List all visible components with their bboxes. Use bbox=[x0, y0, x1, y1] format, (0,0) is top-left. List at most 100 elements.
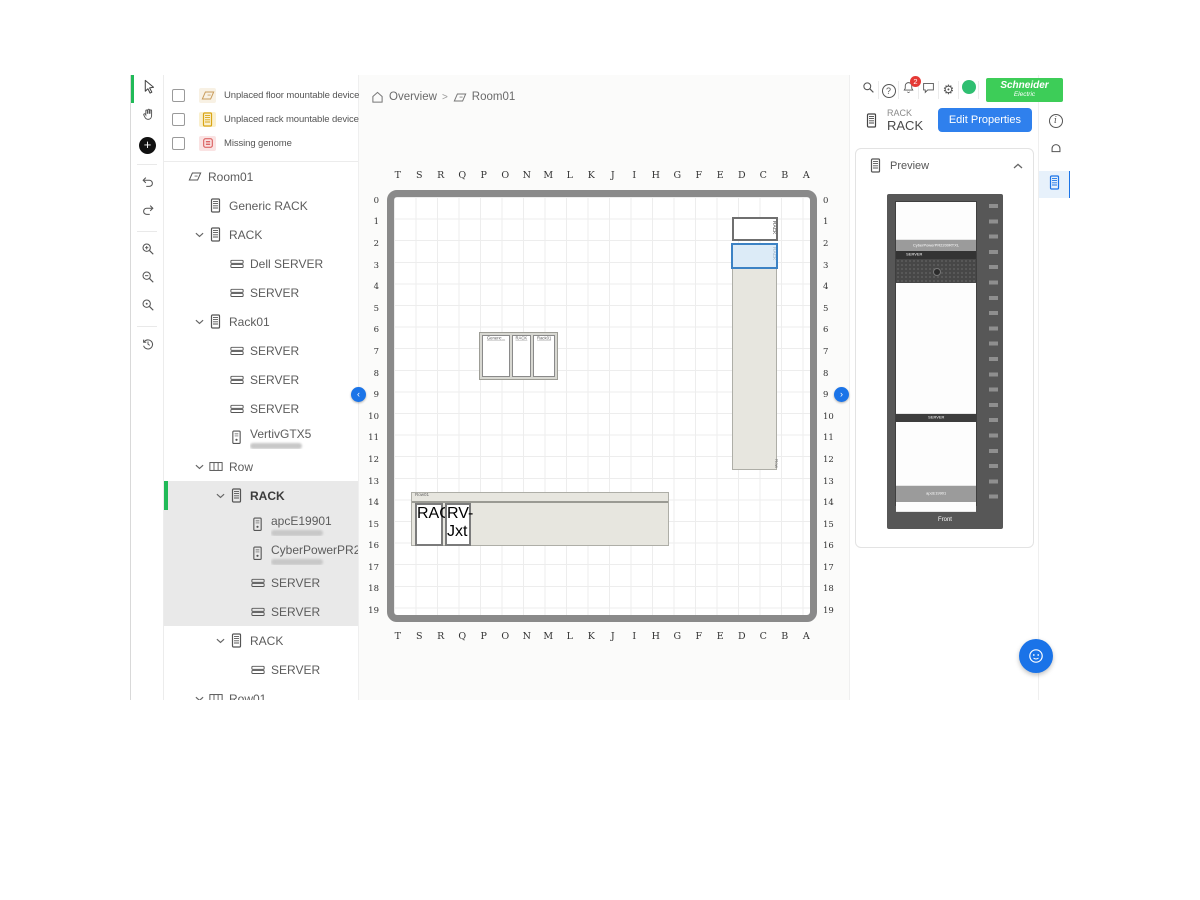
rack-icon bbox=[229, 488, 244, 503]
chevron-down-icon[interactable] bbox=[214, 638, 227, 644]
tool-undo-button[interactable] bbox=[131, 170, 164, 198]
tree-item-rack[interactable]: RACK bbox=[164, 626, 358, 655]
tree-item-dell-server[interactable]: Dell SERVER bbox=[164, 249, 358, 278]
device-icon bbox=[250, 546, 265, 561]
tree-item-rack01[interactable]: Rack01 bbox=[164, 307, 358, 336]
filter-checkbox[interactable] bbox=[172, 137, 185, 150]
grid-col-label: E bbox=[710, 170, 732, 182]
chevron-down-icon[interactable] bbox=[193, 232, 206, 238]
grid-row-label: 19 bbox=[823, 600, 839, 622]
chevron-down-icon[interactable] bbox=[193, 464, 206, 470]
tool-add-button[interactable]: + bbox=[131, 131, 164, 159]
rail-rack-button[interactable] bbox=[1039, 171, 1070, 198]
grid-row-labels-right: 012345678910111213141516171819 bbox=[823, 190, 839, 622]
tool-zoom-out-button[interactable] bbox=[131, 265, 164, 293]
search-icon bbox=[862, 81, 875, 99]
expand-right-panel-button[interactable]: › bbox=[834, 387, 849, 402]
grid-row-label: 1 bbox=[823, 212, 839, 234]
tree-item-cyberpowerpr2200r-[interactable]: CyberPowerPR2200R... bbox=[164, 539, 358, 568]
rack-empty-slot bbox=[896, 502, 976, 512]
row-body[interactable] bbox=[732, 267, 777, 470]
grid-row-label: 12 bbox=[823, 449, 839, 471]
zoom-in-icon bbox=[141, 242, 155, 261]
row01-object[interactable]: Row01 RACK RV-Jxt bbox=[411, 492, 669, 546]
floor-icon bbox=[187, 171, 202, 182]
tree-item-text: RACK bbox=[229, 228, 262, 242]
breadcrumb-overview[interactable]: Overview bbox=[389, 91, 437, 103]
tree-item-server[interactable]: SERVER bbox=[164, 336, 358, 365]
grid-col-label: F bbox=[688, 170, 710, 182]
chevron-down-icon[interactable] bbox=[193, 696, 206, 701]
grid-col-label: E bbox=[710, 631, 732, 643]
tree-item-rack[interactable]: RACK bbox=[164, 220, 358, 249]
tool-zoom-reset-button[interactable] bbox=[131, 293, 164, 321]
rack-object[interactable]: RACK bbox=[512, 335, 531, 377]
grid-col-label: S bbox=[409, 170, 431, 182]
server-icon bbox=[229, 288, 244, 298]
chevron-up-icon[interactable] bbox=[1013, 163, 1023, 169]
filter-checkbox[interactable] bbox=[172, 113, 185, 126]
device-name: apcE19901 bbox=[926, 492, 946, 496]
device-icon bbox=[250, 517, 265, 532]
tree-item-server[interactable]: SERVER bbox=[164, 394, 358, 423]
topbar-search-button[interactable] bbox=[859, 81, 879, 99]
rack-label: RACK bbox=[771, 221, 776, 234]
topbar-settings-button[interactable]: ⚙ bbox=[939, 81, 959, 99]
inspector-panel: RACK RACK Edit Properties Preview CyberP… bbox=[849, 75, 1038, 700]
grid-col-label: K bbox=[581, 631, 603, 643]
collapse-left-panel-button[interactable]: ‹ bbox=[351, 387, 366, 402]
grid-row-label: 14 bbox=[823, 492, 839, 514]
rack-object[interactable]: RACK bbox=[732, 217, 778, 241]
tree-item-server[interactable]: SERVER bbox=[164, 597, 358, 626]
rail-info-button[interactable]: i bbox=[1039, 105, 1070, 132]
server-front bbox=[896, 259, 976, 283]
topbar-help-button[interactable]: ? bbox=[879, 81, 899, 99]
tool-pan-button[interactable] bbox=[131, 103, 164, 131]
rack-icon bbox=[868, 158, 883, 173]
toolbar-divider bbox=[137, 231, 157, 232]
tree-item-row01[interactable]: Row01 bbox=[164, 684, 358, 700]
tree-item-rack[interactable]: RACK bbox=[164, 481, 358, 510]
tree-item-text: apcE19901 bbox=[271, 514, 332, 536]
rack-object-selected[interactable]: RACK bbox=[731, 243, 778, 269]
help-icon: ? bbox=[882, 81, 896, 99]
tree-item-text: SERVER bbox=[250, 373, 299, 387]
tree-item-server[interactable]: SERVER bbox=[164, 365, 358, 394]
tree-item-server[interactable]: SERVER bbox=[164, 568, 358, 597]
tree-item-server[interactable]: SERVER bbox=[164, 655, 358, 684]
brand-logo[interactable]: SchneiderElectric bbox=[986, 78, 1063, 102]
rack-object[interactable]: RV-Jxt bbox=[445, 503, 471, 546]
topbar-account-button[interactable] bbox=[959, 81, 979, 99]
grid-col-label: B bbox=[774, 631, 796, 643]
topbar-feedback-button[interactable] bbox=[919, 81, 939, 99]
tree-item-room01[interactable]: Room01 bbox=[164, 162, 358, 191]
rack-label: RACK bbox=[516, 336, 528, 341]
edit-properties-button[interactable]: Edit Properties bbox=[938, 108, 1032, 132]
rack-group-object[interactable]: Generic... RACK Rack01 bbox=[479, 332, 558, 380]
row-object-vertical[interactable]: RACK RACK Row bbox=[731, 215, 779, 470]
tree-item-label: VertivGTX5 bbox=[250, 427, 311, 441]
tree-item-generic-rack[interactable]: Generic RACK bbox=[164, 191, 358, 220]
rack-object[interactable]: Rack01 bbox=[533, 335, 555, 377]
grid-row-label: 10 bbox=[823, 406, 839, 428]
filter-checkbox[interactable] bbox=[172, 89, 185, 102]
tree-item-row[interactable]: Row bbox=[164, 452, 358, 481]
chevron-down-icon[interactable] bbox=[193, 319, 206, 325]
rack-object[interactable]: Generic... bbox=[482, 335, 510, 377]
tree-item-apce19901[interactable]: apcE19901 bbox=[164, 510, 358, 539]
tool-history-button[interactable] bbox=[131, 332, 164, 360]
tool-select-button[interactable] bbox=[131, 75, 164, 103]
grid-row-label: 8 bbox=[363, 363, 379, 385]
tool-zoom-in-button[interactable] bbox=[131, 237, 164, 265]
rail-alarm-button[interactable] bbox=[1039, 138, 1070, 165]
breadcrumb-room[interactable]: Room01 bbox=[472, 91, 515, 103]
grid-col-label: T bbox=[387, 170, 409, 182]
tree-item-server[interactable]: SERVER bbox=[164, 278, 358, 307]
topbar-notifications-button[interactable]: 2 bbox=[899, 81, 919, 99]
rack-object[interactable]: RACK bbox=[415, 503, 443, 546]
chevron-down-icon[interactable] bbox=[214, 493, 227, 499]
chatbot-button[interactable] bbox=[1019, 639, 1053, 673]
preview-title: Preview bbox=[890, 160, 1013, 172]
tree-item-vertivgtx5[interactable]: VertivGTX5 bbox=[164, 423, 358, 452]
tool-redo-button[interactable] bbox=[131, 198, 164, 226]
